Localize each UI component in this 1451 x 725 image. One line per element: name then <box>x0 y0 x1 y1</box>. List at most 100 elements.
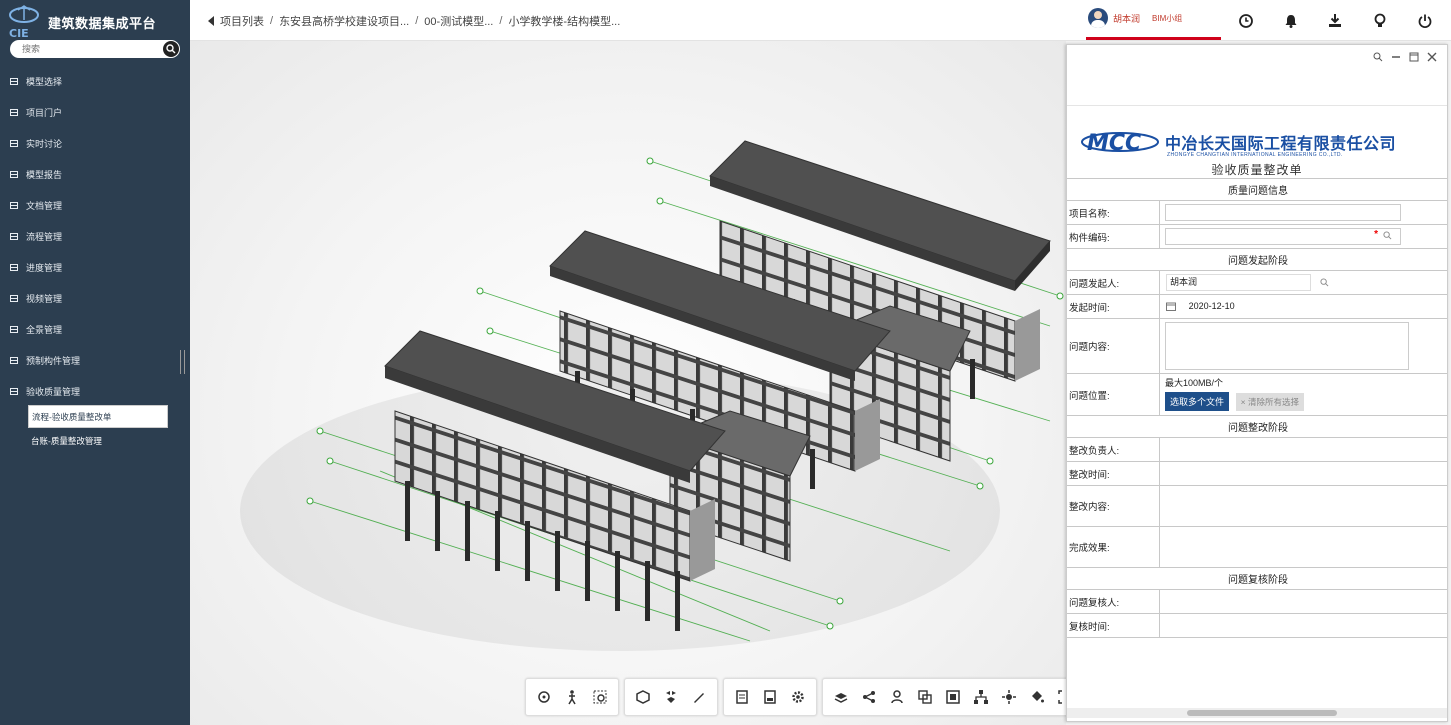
project-name-field[interactable] <box>1165 204 1401 221</box>
menu-icon <box>10 388 18 395</box>
sidebar-item-prefab[interactable]: 预制构件管理 <box>0 345 190 376</box>
walk-person-icon[interactable] <box>558 683 586 711</box>
section-header: 问题整改阶段 <box>1067 415 1447 438</box>
compare-icon[interactable] <box>911 683 939 711</box>
app-title: 建筑数据集成平台 <box>48 15 157 31</box>
rectify-owner-field[interactable] <box>1159 437 1447 462</box>
review-time-field[interactable] <box>1159 613 1447 638</box>
breadcrumb-item-model-folder[interactable]: 00-测试模型... <box>424 13 493 29</box>
menu-icon <box>10 264 18 271</box>
scrollbar-thumb[interactable] <box>1187 710 1337 716</box>
quality-submenu: 流程-验收质量整改单 台账-质量整改管理 <box>28 405 168 451</box>
menu-icon <box>10 109 18 116</box>
bell-icon[interactable] <box>1283 13 1299 29</box>
search-icon[interactable] <box>163 41 179 57</box>
back-arrow-icon[interactable] <box>208 16 214 26</box>
fullscreen-icon[interactable] <box>939 683 967 711</box>
field-label: 问题位置: <box>1067 373 1160 416</box>
frame-select-icon[interactable] <box>1051 683 1066 711</box>
reviewer-field[interactable] <box>1159 589 1447 614</box>
submenu-item-rectify-form[interactable]: 流程-验收质量整改单 <box>28 405 168 428</box>
sidebar-item-label: 文档管理 <box>26 201 63 211</box>
rectify-content-field[interactable] <box>1159 485 1447 527</box>
issue-content-textarea[interactable] <box>1165 322 1409 370</box>
sidebar-item-label: 项目门户 <box>26 108 63 118</box>
focus-icon[interactable] <box>995 683 1023 711</box>
menu-icon <box>10 233 18 240</box>
pin-icon[interactable] <box>1371 50 1385 64</box>
sidebar-item-discussion[interactable]: 实时讨论 <box>0 128 190 159</box>
menu-icon <box>10 78 18 85</box>
download-icon[interactable] <box>1327 13 1343 29</box>
result-field[interactable] <box>1159 526 1447 568</box>
lookup-icon[interactable] <box>1383 231 1392 240</box>
initiator-field[interactable]: 胡本润 <box>1166 274 1311 291</box>
cie-logo-icon: CIE <box>4 4 44 40</box>
menu-icon <box>10 295 18 302</box>
search-box <box>10 40 180 58</box>
share-icon[interactable] <box>855 683 883 711</box>
sidebar-item-quality[interactable]: 验收质量管理 <box>0 376 190 407</box>
breadcrumb-separator: / <box>270 15 274 27</box>
power-icon[interactable] <box>1417 13 1433 29</box>
paint-bucket-icon[interactable] <box>1023 683 1051 711</box>
raise-time-value[interactable]: 2020-12-10 <box>1189 301 1235 311</box>
sidebar-item-model-report[interactable]: 模型报告 <box>0 159 190 190</box>
breadcrumb-item-projects[interactable]: 项目列表 <box>220 13 264 29</box>
minimize-icon[interactable] <box>1389 50 1403 64</box>
markup-pen-icon[interactable] <box>685 683 713 711</box>
search-input[interactable] <box>22 41 162 57</box>
field-label: 整改负责人: <box>1067 437 1160 462</box>
breadcrumb-separator: / <box>415 15 419 27</box>
sidebar-item-project-portal[interactable]: 项目门户 <box>0 97 190 128</box>
mcc-logo: MCC <box>1079 125 1161 159</box>
settings-gear-icon[interactable] <box>784 683 812 711</box>
submenu-item-ledger[interactable]: 台账-质量整改管理 <box>28 430 168 451</box>
lightbulb-icon[interactable] <box>1372 13 1388 29</box>
toolbar-group-navigation <box>525 678 619 716</box>
section-box-icon[interactable] <box>629 683 657 711</box>
window-controls <box>1367 50 1439 64</box>
properties-icon[interactable] <box>756 683 784 711</box>
breadcrumb-item-project[interactable]: 东安县高桥学校建设项目... <box>279 13 409 29</box>
explode-icon[interactable] <box>657 683 685 711</box>
close-icon[interactable] <box>1425 50 1439 64</box>
select-files-button[interactable]: 选取多个文件 <box>1165 392 1230 411</box>
sidebar-item-documents[interactable]: 文档管理 <box>0 190 190 221</box>
field-label: 完成效果: <box>1067 526 1160 568</box>
toolbar-group-data <box>723 678 817 716</box>
sidebar-item-label: 验收质量管理 <box>26 387 81 397</box>
document-icon[interactable] <box>728 683 756 711</box>
zoom-window-icon[interactable] <box>586 683 614 711</box>
model-viewport[interactable] <box>190 41 1066 725</box>
sidebar-resize-handle[interactable] <box>180 350 185 374</box>
avatar <box>1088 8 1108 28</box>
orbit-icon[interactable] <box>530 683 558 711</box>
breadcrumb-separator: / <box>499 15 503 27</box>
field-label: 问题发起人: <box>1067 270 1160 295</box>
sidebar-item-label: 预制构件管理 <box>26 356 81 366</box>
sidebar-item-progress[interactable]: 进度管理 <box>0 252 190 283</box>
sidebar-item-label: 流程管理 <box>26 232 63 242</box>
sidebar-item-label: 进度管理 <box>26 263 63 273</box>
model-tree-icon[interactable] <box>967 683 995 711</box>
user-menu[interactable]: 胡本润 BIM小组 <box>1088 8 1182 28</box>
sidebar-item-video[interactable]: 视频管理 <box>0 283 190 314</box>
component-code-field[interactable]: * <box>1165 228 1401 245</box>
sidebar-item-workflow[interactable]: 流程管理 <box>0 221 190 252</box>
horizontal-scrollbar[interactable] <box>1067 708 1447 718</box>
rectify-time-field[interactable] <box>1159 461 1447 486</box>
person-view-icon[interactable] <box>883 683 911 711</box>
svg-text:CIE: CIE <box>9 27 29 40</box>
sidebar-item-label: 视频管理 <box>26 294 63 304</box>
sidebar-item-panorama[interactable]: 全景管理 <box>0 314 190 345</box>
layers-icon[interactable] <box>827 683 855 711</box>
clear-selection-button[interactable]: × 清除所有选择 <box>1235 393 1304 411</box>
lookup-icon[interactable] <box>1320 278 1329 287</box>
maximize-icon[interactable] <box>1407 50 1421 64</box>
breadcrumb-item-model[interactable]: 小学教学楼-结构模型... <box>508 13 620 29</box>
viewer-toolbar <box>525 678 1066 716</box>
calendar-icon[interactable] <box>1166 302 1176 311</box>
sidebar-item-model-select[interactable]: 模型选择 <box>0 66 190 97</box>
clock-icon[interactable] <box>1238 13 1254 29</box>
